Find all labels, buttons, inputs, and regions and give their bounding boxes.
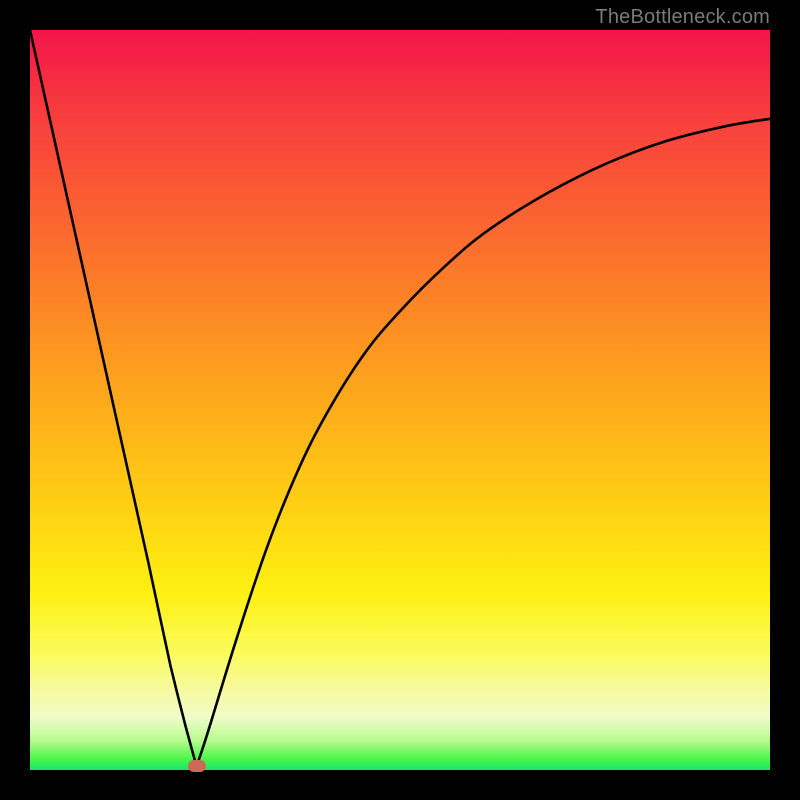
minimum-marker [188, 760, 206, 772]
attribution-text: TheBottleneck.com [595, 6, 770, 29]
chart-frame: TheBottleneck.com [0, 0, 800, 800]
bottleneck-curve [30, 30, 770, 766]
curve-layer [30, 30, 770, 770]
